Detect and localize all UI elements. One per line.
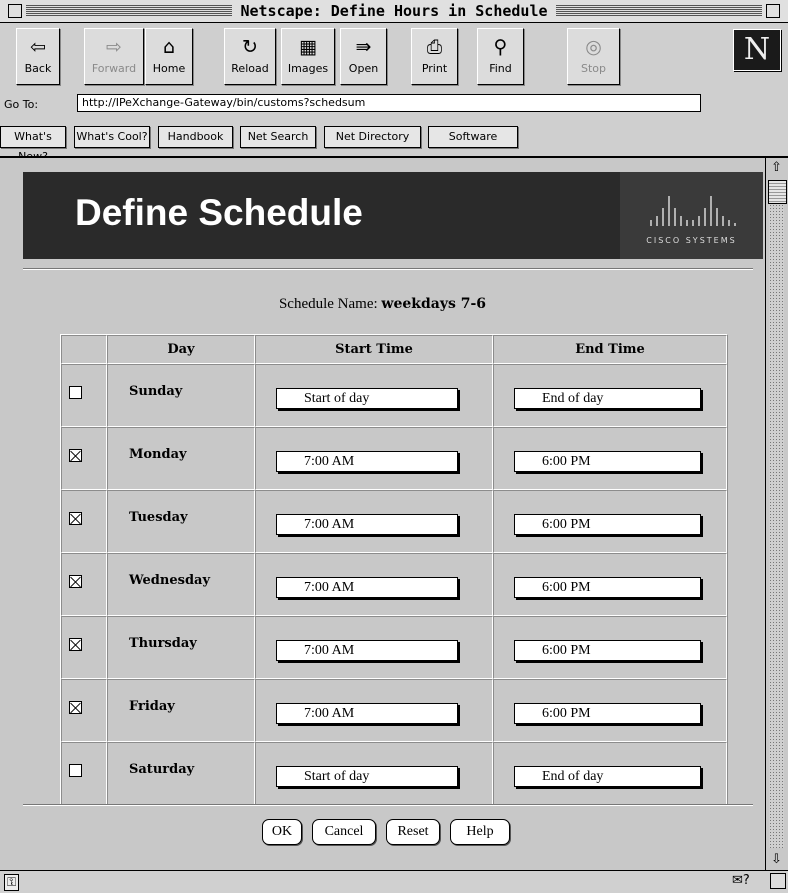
forward-arrow-icon: ⇨	[106, 36, 122, 58]
table-row: Wednesday 7:00 AM 6:00 PM	[61, 553, 727, 616]
schedule-table: Day Start Time End Time Sunday Start of …	[60, 334, 728, 806]
location-label: Go To:	[4, 98, 39, 111]
reset-button[interactable]: Reset	[386, 819, 440, 845]
cisco-logo-text: CISCO SYSTEMS	[646, 236, 737, 245]
software-button[interactable]: Software	[428, 126, 518, 148]
open-button[interactable]: ⇛ Open	[340, 28, 387, 85]
cisco-logo: CISCO SYSTEMS	[620, 172, 763, 259]
end-time-field[interactable]: 6:00 PM	[514, 514, 701, 535]
whats-new-button[interactable]: What's New?	[0, 126, 66, 163]
scroll-up-icon[interactable]: ⇧	[768, 160, 785, 176]
netscape-logo[interactable]: N	[733, 29, 781, 71]
print-button[interactable]: ⎙ Print	[411, 28, 458, 85]
cisco-bridge-icon	[650, 196, 736, 226]
forward-button[interactable]: ⇨ Forward	[84, 28, 144, 85]
print-icon: ⎙	[426, 36, 443, 58]
day-label: Friday	[129, 699, 175, 714]
day-label: Thursday	[129, 636, 197, 651]
table-row: Monday 7:00 AM 6:00 PM	[61, 427, 727, 490]
schedule-name-label: Schedule Name:	[278, 296, 378, 312]
day-checkbox-monday[interactable]	[69, 449, 82, 462]
start-time-field[interactable]: 7:00 AM	[276, 514, 458, 535]
images-icon: ▦	[299, 36, 317, 58]
end-time-field[interactable]: 6:00 PM	[514, 577, 701, 598]
mail-icon[interactable]: ✉?	[732, 873, 750, 888]
table-row: Saturday Start of day End of day	[61, 742, 727, 805]
home-button[interactable]: ⌂ Home	[145, 28, 193, 85]
table-row: Thursday 7:00 AM 6:00 PM	[61, 616, 727, 679]
find-icon: ⚲	[493, 36, 508, 58]
end-time-field[interactable]: End of day	[514, 388, 701, 409]
reload-button[interactable]: ↻ Reload	[224, 28, 276, 85]
table-row: Friday 7:00 AM 6:00 PM	[61, 679, 727, 742]
day-label: Saturday	[129, 762, 195, 777]
day-checkbox-wednesday[interactable]	[69, 575, 82, 588]
back-arrow-icon: ⇦	[30, 36, 46, 58]
end-time-field[interactable]: 6:00 PM	[514, 451, 701, 472]
whats-cool-button[interactable]: What's Cool?	[74, 126, 150, 148]
back-button[interactable]: ⇦ Back	[16, 28, 60, 85]
security-key-icon[interactable]: ⚿	[4, 874, 20, 891]
header-start-time: Start Time	[255, 335, 493, 364]
stop-icon: ◎	[585, 36, 602, 58]
start-time-field[interactable]: Start of day	[276, 766, 458, 787]
zoom-box[interactable]	[766, 4, 780, 18]
day-label: Monday	[129, 447, 187, 462]
start-time-field[interactable]: 7:00 AM	[276, 640, 458, 661]
day-checkbox-friday[interactable]	[69, 701, 82, 714]
end-time-field[interactable]: End of day	[514, 766, 701, 787]
day-checkbox-sunday[interactable]	[69, 386, 82, 399]
start-time-field[interactable]: 7:00 AM	[276, 451, 458, 472]
status-bar: ⚿ ✉?	[0, 870, 788, 893]
header-banner: Define Schedule CISCO SYSTEMS	[23, 172, 763, 259]
navigation-toolbar: ⇦ Back ⇨ Forward ⌂ Home ↻ Reload ▦ Image…	[0, 23, 788, 163]
table-header-row: Day Start Time End Time	[61, 335, 727, 364]
scroll-down-icon[interactable]: ⇩	[768, 852, 785, 868]
end-time-field[interactable]: 6:00 PM	[514, 703, 701, 724]
scroll-thumb[interactable]	[768, 180, 787, 204]
stop-button[interactable]: ◎ Stop	[567, 28, 620, 85]
open-icon: ⇛	[355, 36, 372, 58]
net-search-button[interactable]: Net Search	[240, 126, 316, 148]
page-title: Define Schedule	[75, 192, 363, 233]
page-content: Define Schedule CISCO SYSTEMS Schedule N…	[0, 158, 765, 870]
handbook-button[interactable]: Handbook	[158, 126, 233, 148]
home-icon: ⌂	[162, 36, 176, 58]
day-checkbox-thursday[interactable]	[69, 638, 82, 651]
table-row: Tuesday 7:00 AM 6:00 PM	[61, 490, 727, 553]
ok-button[interactable]: OK	[262, 819, 302, 845]
schedule-name: Schedule Name: weekdays 7-6	[0, 296, 765, 313]
start-time-field[interactable]: Start of day	[276, 388, 458, 409]
day-label: Wednesday	[129, 573, 211, 588]
divider-bottom	[23, 804, 753, 806]
close-box[interactable]	[8, 4, 22, 18]
end-time-field[interactable]: 6:00 PM	[514, 640, 701, 661]
day-checkbox-tuesday[interactable]	[69, 512, 82, 525]
start-time-field[interactable]: 7:00 AM	[276, 703, 458, 724]
schedule-name-value: weekdays 7-6	[381, 296, 487, 312]
images-button[interactable]: ▦ Images	[281, 28, 335, 85]
header-end-time: End Time	[493, 335, 727, 364]
day-label: Tuesday	[129, 510, 188, 525]
day-checkbox-saturday[interactable]	[69, 764, 82, 777]
header-day: Day	[107, 335, 255, 364]
window-title-bar[interactable]: Netscape: Define Hours in Schedule	[0, 0, 788, 23]
start-time-field[interactable]: 7:00 AM	[276, 577, 458, 598]
cancel-button[interactable]: Cancel	[312, 819, 376, 845]
resize-box[interactable]	[770, 873, 786, 889]
net-directory-button[interactable]: Net Directory	[324, 126, 421, 148]
table-row: Sunday Start of day End of day	[61, 364, 727, 427]
divider-top	[23, 268, 753, 270]
help-button[interactable]: Help	[450, 819, 510, 845]
title-bar-stripes	[26, 5, 762, 16]
header-checkbox-column	[61, 335, 107, 364]
find-button[interactable]: ⚲ Find	[477, 28, 524, 85]
reload-icon: ↻	[242, 36, 258, 58]
vertical-scrollbar[interactable]: ⇧ ⇩	[765, 158, 788, 870]
scroll-track[interactable]	[769, 198, 784, 848]
location-input[interactable]: http://IPeXchange-Gateway/bin/customs?sc…	[77, 94, 701, 112]
day-label: Sunday	[129, 384, 183, 399]
